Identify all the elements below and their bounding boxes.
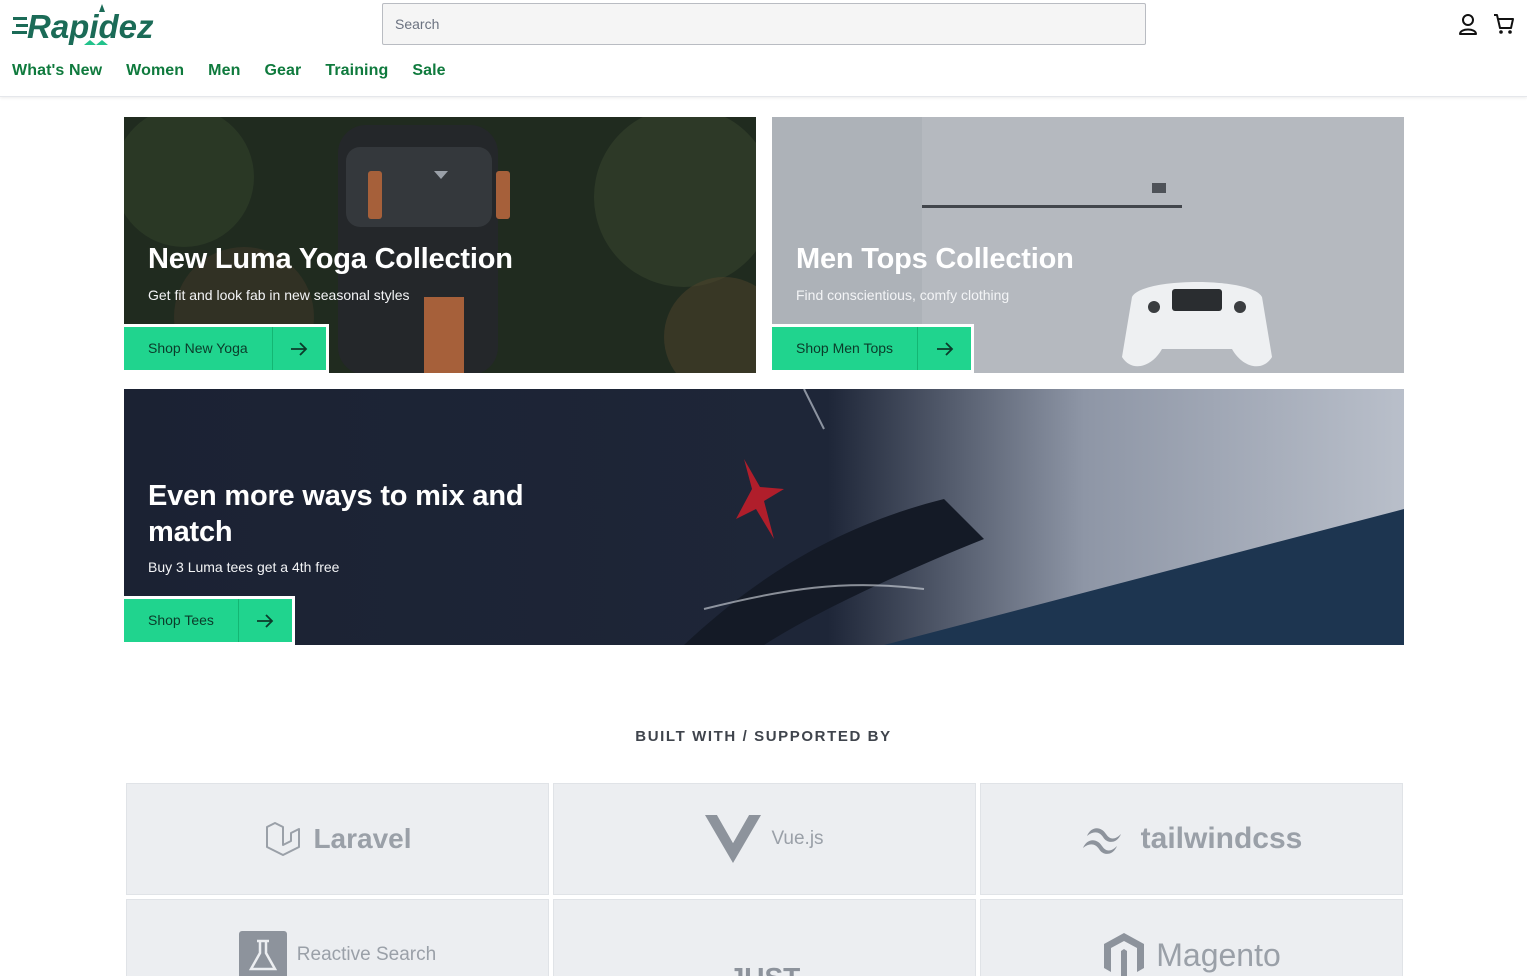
banner-men-tops[interactable]: Men Tops Collection Find conscientious, … [772,117,1404,373]
shop-tees-button[interactable]: Shop Tees [124,599,292,642]
banner-title: Men Tops Collection [796,243,1074,275]
arrow-right-icon [917,327,971,370]
banner-cta-wrapper: Shop Tees [124,596,295,645]
account-icon[interactable] [1456,11,1480,37]
banner-subtitle: Get fit and look fab in new seasonal sty… [148,287,410,303]
built-with-heading: BUILT WITH / SUPPORTED BY [635,728,892,745]
logo-label: Magento [1156,936,1281,973]
logo-label: tailwindcss [1140,822,1303,855]
site-header: Rapidez What's New Women Men Gear Traini… [0,0,1527,97]
logo-label: Laravel [313,823,412,854]
magento-icon [1104,933,1145,976]
logo-tile-just-better[interactable]: JUST BETTER [553,899,976,976]
nav-item-whats-new[interactable]: What's New [12,62,102,80]
nav-item-training[interactable]: Training [325,62,388,80]
logo-tile-laravel[interactable]: Laravel [126,783,549,895]
nav-item-men[interactable]: Men [208,62,240,80]
banner-cta-wrapper: Shop Men Tops [772,324,975,373]
reactive-search-icon [238,931,287,976]
cart-icon[interactable] [1492,11,1516,37]
arrow-right-icon [237,599,292,642]
logo-tile-vue[interactable]: Vue.js [553,783,976,895]
banner-subtitle: Find conscientious, comfy clothing [796,287,1010,303]
logo-label: JUST BETTER [720,964,810,976]
button-label: Shop New Yoga [148,340,248,356]
logo-label: Vue.js [771,828,824,849]
banner-tees[interactable]: Even more ways to mix and match Buy 3 Lu… [124,389,1404,645]
banner-title: New Luma Yoga Collection [148,243,513,275]
shop-new-yoga-button[interactable]: Shop New Yoga [124,327,326,370]
main-navigation: What's New Women Men Gear Training Sale [12,62,446,80]
logo-text: Rapidez [27,8,154,45]
nav-item-gear[interactable]: Gear [264,62,301,80]
nav-item-women[interactable]: Women [126,62,184,80]
button-label: Shop Tees [148,612,214,628]
logo-tile-reactive-search[interactable]: Reactive Search [126,899,549,976]
banner-cta-wrapper: Shop New Yoga [124,324,329,373]
banner-subtitle: Buy 3 Luma tees get a 4th free [148,559,340,575]
supporter-logo-grid: Laravel Vue.js tailwindcss Reactive Sear… [126,783,1403,976]
arrow-right-icon [271,327,326,370]
tailwind-icon [1082,828,1121,854]
vue-icon [705,815,762,863]
shop-men-tops-button[interactable]: Shop Men Tops [772,327,972,370]
logo-tile-magento[interactable]: Magento [980,899,1403,976]
logo-tile-tailwind[interactable]: tailwindcss [980,783,1403,895]
laravel-icon [266,822,301,856]
search-input[interactable] [382,3,1146,45]
button-label: Shop Men Tops [796,340,894,356]
banner-title: Even more ways to mix and match [148,480,524,548]
logo-label: Reactive Search [296,944,437,965]
rapidez-logo[interactable]: Rapidez [12,2,164,48]
nav-item-sale[interactable]: Sale [412,62,445,80]
banner-yoga[interactable]: New Luma Yoga Collection Get fit and loo… [124,117,756,373]
